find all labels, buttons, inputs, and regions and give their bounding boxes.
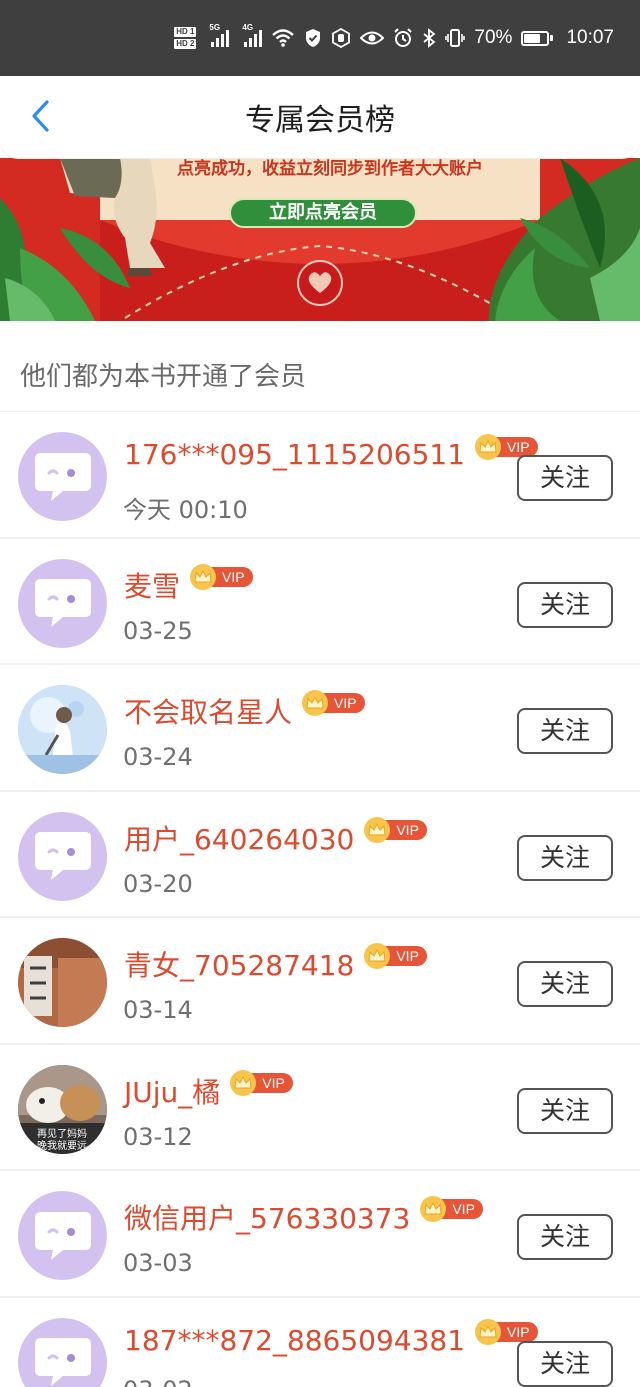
hd2-label: HD 2	[174, 39, 197, 49]
member-date: 03-25	[123, 616, 193, 645]
banner-text: 点亮成功，收益立刻同步到作者大大账户	[177, 159, 483, 179]
member-date: 03-14	[123, 996, 193, 1024]
vip-badge: VIP	[190, 563, 253, 590]
member-name[interactable]: 187***872_8865094381	[124, 1324, 465, 1357]
avatar[interactable]	[18, 1191, 107, 1280]
vibrate-icon	[445, 28, 466, 48]
member-row-6[interactable]: 再见了妈妈 晚我就要远 JUju_橘 VIP 03-12 关注	[0, 1045, 640, 1171]
user-photo-icon	[18, 685, 107, 774]
name-line: 青女_705287418 VIP	[124, 943, 427, 984]
promo-banner[interactable]: 点亮成功，收益立刻同步到作者大大账户 立即点亮会员	[0, 158, 640, 321]
avatar[interactable]	[18, 432, 107, 521]
page-title: 专属会员榜	[245, 103, 395, 138]
crown-icon	[475, 433, 502, 460]
follow-button[interactable]: 关注	[517, 1340, 613, 1387]
vip-badge: VIP	[364, 816, 427, 843]
member-row-3[interactable]: 不会取名星人 VIP 03-24 关注	[0, 665, 640, 792]
follow-button[interactable]: 关注	[517, 1087, 613, 1134]
member-name[interactable]: 麦雪	[124, 565, 180, 605]
clock: 10:07	[566, 27, 614, 48]
name-line: 不会取名星人 VIP	[124, 690, 365, 731]
member-date: 03-02	[123, 1376, 193, 1387]
crown-icon	[302, 690, 329, 716]
banner-illustration	[0, 158, 640, 321]
default-avatar-icon	[34, 452, 91, 501]
member-row-7[interactable]: 微信用户_576330373 VIP 03-03 关注	[0, 1171, 640, 1298]
member-date: 03-20	[123, 869, 193, 898]
vip-badge: VIP	[364, 943, 427, 969]
crown-icon	[364, 816, 391, 843]
follow-button[interactable]: 关注	[517, 455, 613, 501]
vip-badge: VIP	[420, 1196, 483, 1222]
user-photo-icon: 再见了妈妈晚我就要远	[18, 1064, 107, 1154]
battery-percent: 70%	[474, 27, 513, 48]
svg-text:晚我就要远: 晚我就要远	[37, 1139, 87, 1152]
eye-icon	[360, 30, 385, 46]
follow-button[interactable]: 关注	[517, 1214, 613, 1260]
chevron-left-icon	[32, 100, 49, 132]
light-up-vip-button[interactable]: 立即点亮会员	[229, 198, 417, 228]
avatar[interactable]	[18, 938, 107, 1027]
bluetooth-icon	[422, 28, 436, 48]
crown-icon	[190, 563, 217, 590]
avatar[interactable]: 再见了妈妈 晚我就要远	[18, 1064, 107, 1154]
follow-button[interactable]: 关注	[517, 834, 613, 881]
avatar[interactable]	[18, 1317, 107, 1387]
member-row-1[interactable]: 176***095_1115206511 VIP 今天 00:10 关注	[0, 412, 640, 539]
member-name[interactable]: JUju_橘	[124, 1071, 220, 1111]
avatar[interactable]	[18, 811, 107, 901]
member-name[interactable]: 微信用户_576330373	[124, 1197, 410, 1237]
default-avatar-icon	[34, 1211, 91, 1260]
hand-icon	[331, 28, 351, 48]
name-line: 麦雪 VIP	[124, 563, 253, 605]
hd1-label: HD 1	[174, 27, 197, 37]
name-line: 微信用户_576330373 VIP	[124, 1196, 483, 1237]
name-line: 187***872_8865094381 VIP	[124, 1319, 538, 1357]
avatar[interactable]	[18, 558, 107, 648]
member-row-8[interactable]: 187***872_8865094381 VIP 03-02 关注	[0, 1298, 640, 1387]
member-row-2[interactable]: 麦雪 VIP 03-25 关注	[0, 539, 640, 665]
vip-badge: VIP	[475, 1319, 538, 1345]
member-name[interactable]: 176***095_1115206511	[124, 438, 465, 471]
follow-button[interactable]: 关注	[517, 961, 613, 1007]
member-date: 03-24	[123, 743, 193, 771]
user-photo-icon	[18, 938, 107, 1027]
follow-button[interactable]: 关注	[517, 708, 613, 754]
crown-icon	[230, 1069, 257, 1096]
member-row-5[interactable]: 青女_705287418 VIP 03-14 关注	[0, 918, 640, 1045]
signal-4g-icon: 4G	[242, 23, 263, 47]
member-name[interactable]: 用户_640264030	[124, 818, 354, 858]
avatar[interactable]	[18, 685, 107, 774]
alarm-icon	[393, 28, 413, 48]
member-date: 03-12	[123, 1122, 193, 1151]
battery-icon	[521, 30, 554, 46]
member-name[interactable]: 不会取名星人	[124, 691, 292, 731]
name-line: 用户_640264030 VIP	[124, 816, 427, 858]
vip-badge: VIP	[230, 1069, 293, 1096]
shield-check-icon	[304, 28, 322, 48]
name-line: 176***095_1115206511 VIP	[124, 433, 538, 471]
default-avatar-icon	[34, 832, 91, 880]
svg-text:再见了妈妈: 再见了妈妈	[37, 1127, 87, 1140]
status-bar: HD 1 HD 2 5G 4G 70% 10:07	[0, 0, 640, 76]
follow-button[interactable]: 关注	[517, 581, 613, 628]
member-date: 03-03	[123, 1249, 193, 1277]
crown-icon	[475, 1319, 502, 1345]
member-list: 176***095_1115206511 VIP 今天 00:10 关注 麦雪 …	[0, 411, 640, 1387]
nav-header: 专属会员榜	[0, 76, 640, 158]
wifi-icon	[271, 28, 295, 48]
section-title: 他们都为本书开通了会员	[20, 362, 307, 392]
default-avatar-icon	[34, 579, 91, 627]
member-name[interactable]: 青女_705287418	[124, 944, 354, 984]
back-button[interactable]	[18, 94, 62, 138]
member-date: 今天 00:10	[123, 496, 248, 524]
member-row-4[interactable]: 用户_640264030 VIP 03-20 关注	[0, 792, 640, 918]
name-line: JUju_橘 VIP	[124, 1069, 293, 1111]
signal-5g-icon: 5G	[209, 23, 230, 47]
default-avatar-icon	[34, 1338, 91, 1386]
vip-badge: VIP	[302, 690, 365, 716]
hd-indicator: HD 1 HD 2	[174, 27, 197, 49]
